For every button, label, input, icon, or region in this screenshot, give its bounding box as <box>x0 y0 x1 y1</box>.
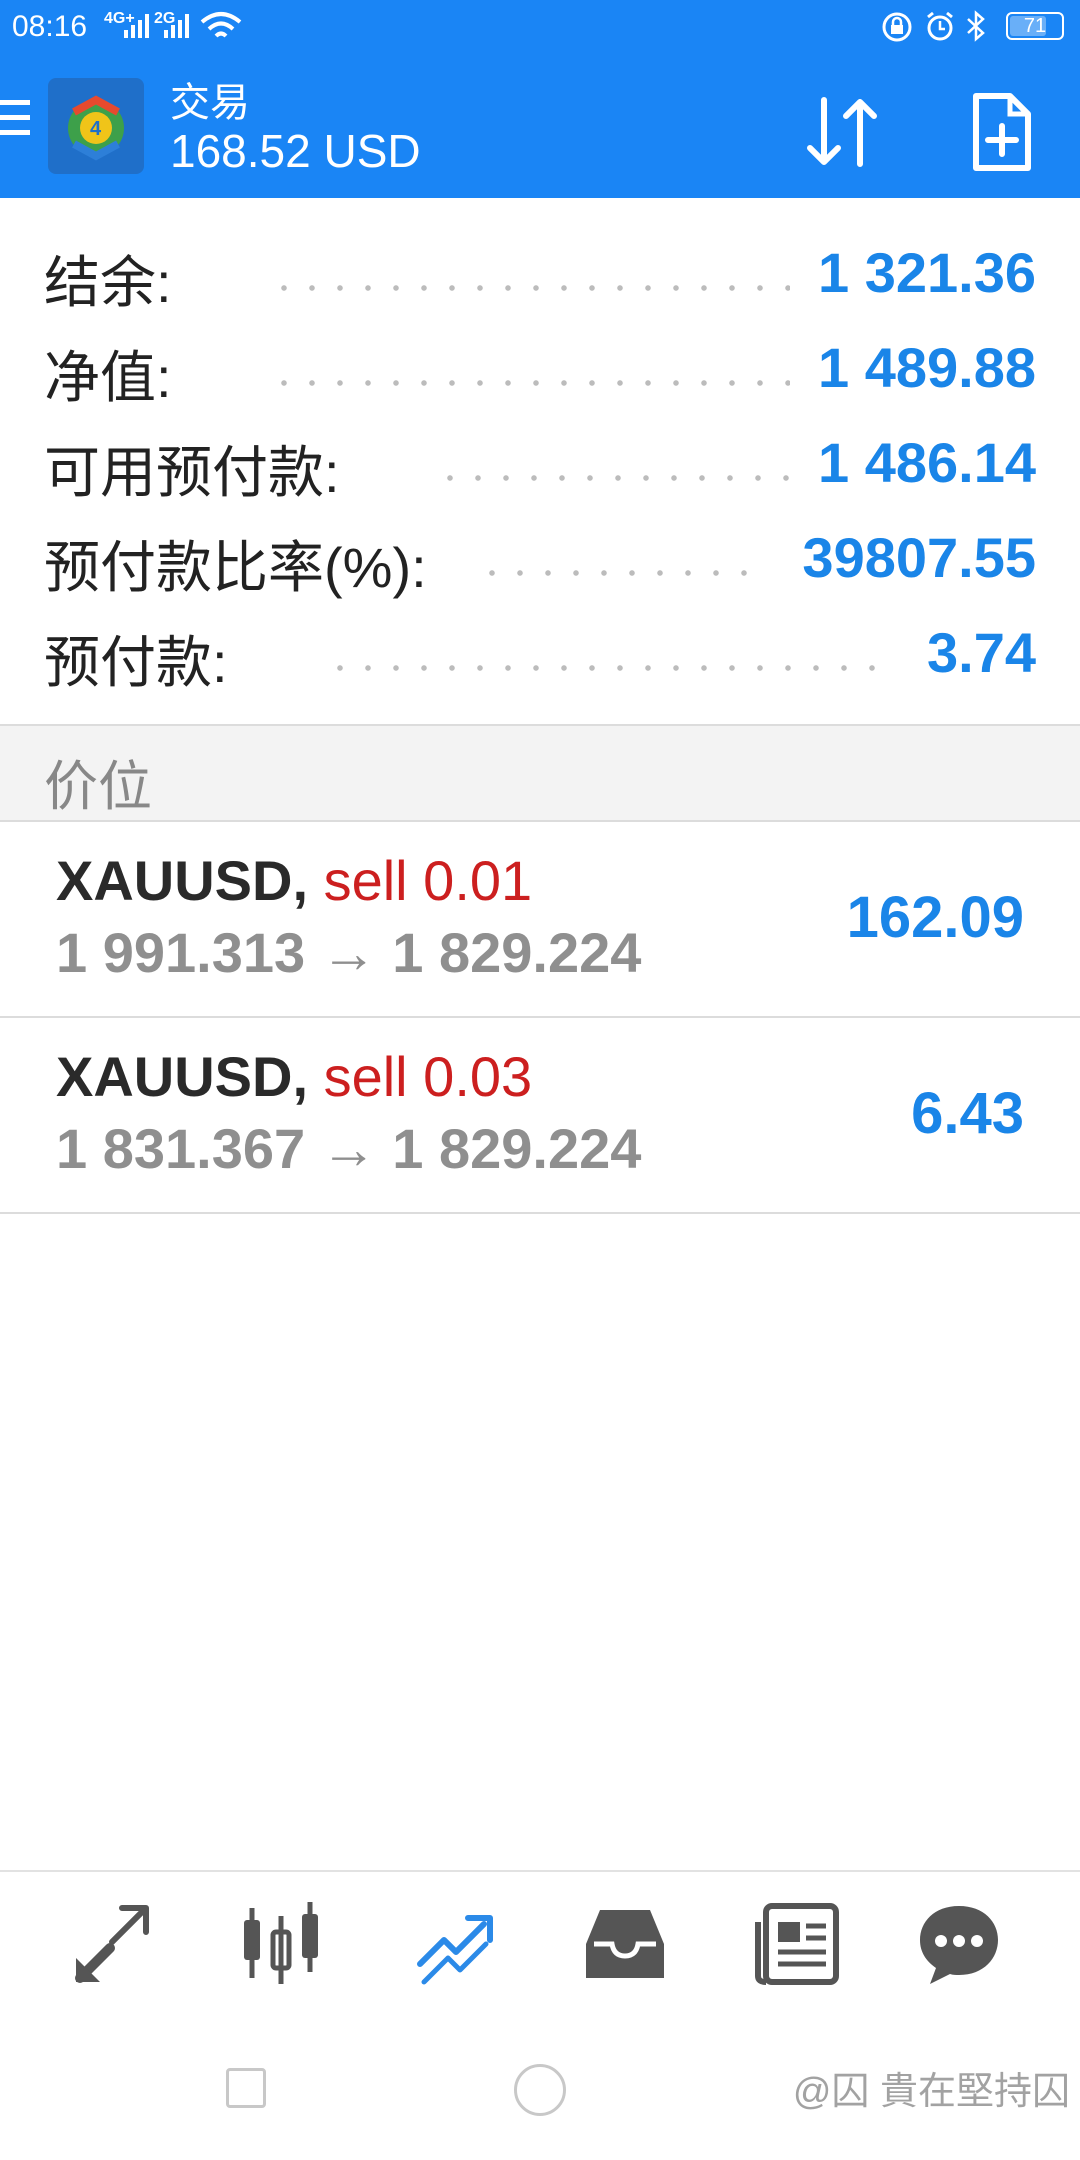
summary-row-margin-level: 预付款比率(%): 39807.55 <box>0 515 1080 610</box>
battery-level: 71 <box>1023 15 1047 37</box>
leader-dots <box>436 475 790 481</box>
leader-dots <box>326 665 886 671</box>
system-nav-bar: @囚 貴在堅持囚 <box>0 2008 1080 2160</box>
summary-label: 预付款比率(%): <box>44 536 427 599</box>
position-symbol: XAUUSD, <box>56 1045 309 1108</box>
leader-dots <box>270 285 790 291</box>
summary-value: 1 486.14 <box>818 431 1036 494</box>
position-symbol-line: XAUUSD, sell 0.03 <box>56 1044 532 1109</box>
summary-label: 预付款: <box>44 631 228 694</box>
summary-label: 净值: <box>44 346 172 409</box>
summary-row-margin: 预付款: 3.74 <box>0 610 1080 705</box>
app-logo: 4 <box>48 78 144 174</box>
signal-icon-2 <box>164 14 189 38</box>
wifi-icon <box>200 12 242 38</box>
watermark: @囚 貴在堅持囚 <box>792 2071 1070 2113</box>
summary-row-equity: 净值: 1 489.88 <box>0 325 1080 420</box>
leader-dots <box>270 380 790 386</box>
summary-row-balance: 结余: 1 321.36 <box>0 230 1080 325</box>
history-icon[interactable] <box>580 1898 670 1988</box>
summary-value: 1 321.36 <box>818 241 1036 304</box>
signal-icon-1 <box>124 14 149 38</box>
home-button[interactable] <box>514 2064 566 2116</box>
position-profit: 6.43 <box>911 1081 1024 1146</box>
position-prices: 1 991.313 → 1 829.224 <box>56 920 641 985</box>
arrow-icon: → <box>320 921 377 984</box>
sort-icon[interactable] <box>802 90 886 174</box>
price-current: 1 829.224 <box>392 921 642 984</box>
summary-value: 3.74 <box>927 621 1036 684</box>
position-side: sell 0.03 <box>323 1045 533 1108</box>
alarm-icon <box>927 11 953 41</box>
app-bar: 4 交易 168.52 USD <box>0 52 1080 198</box>
news-icon[interactable] <box>754 1898 844 1988</box>
new-order-icon[interactable] <box>970 90 1034 174</box>
lock-status-icon <box>882 12 912 42</box>
position-prices: 1 831.367 → 1 829.224 <box>56 1116 641 1181</box>
account-balance-header: 168.52 USD <box>170 125 421 177</box>
status-time: 08:16 <box>12 10 88 43</box>
menu-icon[interactable] <box>0 100 30 140</box>
arrow-icon: → <box>320 1117 377 1180</box>
trade-icon[interactable] <box>410 1898 500 1988</box>
bottom-tab-bar <box>0 1870 1080 2008</box>
position-profit: 162.09 <box>846 885 1024 950</box>
position-side: sell 0.01 <box>323 849 533 912</box>
price-current: 1 829.224 <box>392 1117 642 1180</box>
account-summary: 结余: 1 321.36 净值: 1 489.88 可用预付款: 1 486.1… <box>0 230 1080 705</box>
price-open: 1 831.367 <box>56 1117 306 1180</box>
position-row[interactable]: XAUUSD, sell 0.03 1 831.367 → 1 829.224 … <box>0 1018 1080 1214</box>
quotes-icon[interactable] <box>66 1898 156 1988</box>
section-title: 价位 <box>44 757 152 817</box>
summary-label: 结余: <box>44 251 172 314</box>
summary-value: 1 489.88 <box>818 336 1036 399</box>
summary-label: 可用预付款: <box>44 441 340 504</box>
summary-row-free-margin: 可用预付款: 1 486.14 <box>0 420 1080 515</box>
leader-dots <box>478 570 760 576</box>
chat-icon[interactable] <box>914 1898 1004 1988</box>
recents-button[interactable] <box>226 2068 266 2108</box>
position-symbol-line: XAUUSD, sell 0.01 <box>56 848 532 913</box>
position-row[interactable]: XAUUSD, sell 0.01 1 991.313 → 1 829.224 … <box>0 822 1080 1018</box>
chart-icon[interactable] <box>236 1898 326 1988</box>
section-header: 价位 <box>0 726 1080 822</box>
battery-icon: 71 <box>1006 12 1064 40</box>
divider <box>0 1212 1080 1214</box>
bluetooth-icon <box>967 10 985 42</box>
position-symbol: XAUUSD, <box>56 849 309 912</box>
svg-text:4: 4 <box>90 118 102 140</box>
status-bar: 08:16 4G+ 2G 71 <box>0 0 1080 52</box>
price-open: 1 991.313 <box>56 921 306 984</box>
summary-value: 39807.55 <box>802 526 1036 589</box>
page-title: 交易 <box>170 81 250 125</box>
